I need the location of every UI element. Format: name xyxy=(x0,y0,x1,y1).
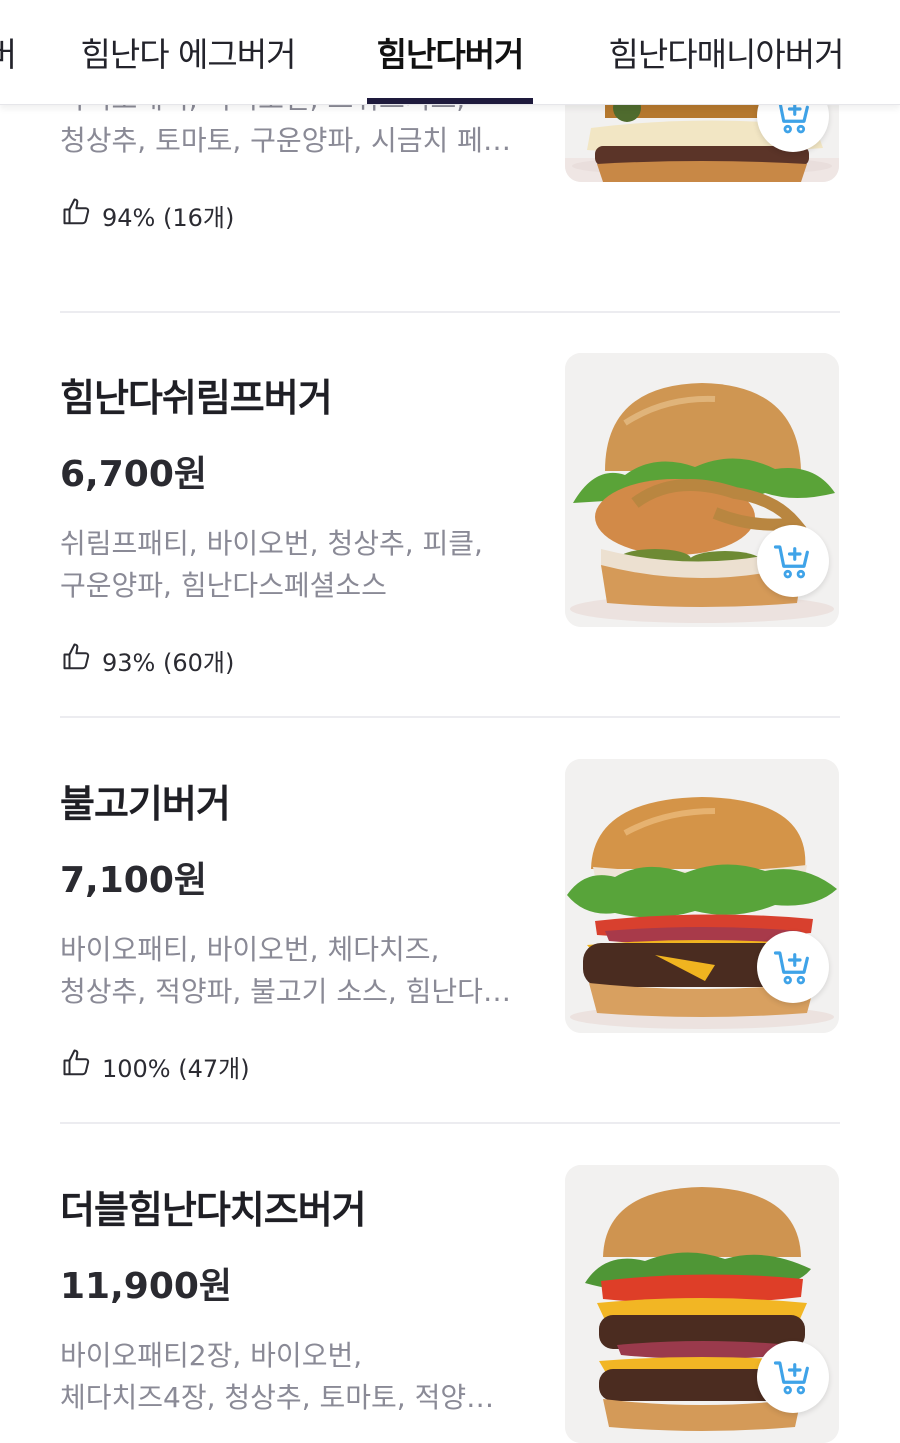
item-divider xyxy=(60,311,840,313)
add-to-cart-button[interactable] xyxy=(757,931,829,1003)
add-to-cart-button[interactable] xyxy=(757,525,829,597)
item-image[interactable] xyxy=(565,1165,839,1443)
item-image[interactable] xyxy=(565,759,839,1033)
active-tab-indicator xyxy=(367,98,533,104)
rating-text: 93% (60개) xyxy=(102,648,235,677)
item-divider xyxy=(60,1122,840,1124)
item-name: 불고기버거 xyxy=(60,782,231,826)
menu-screen: 바이오패티, 바이오번, 스위스치즈, 청상추, 토마토, 구운양파, 시금치 … xyxy=(0,0,900,1443)
description-line: 바이오패티2장, 바이오번, xyxy=(60,1339,363,1372)
tab-egg-burger[interactable]: 힘난다 에그버거 xyxy=(68,0,308,104)
item-rating: 100% (47개) xyxy=(62,1049,250,1083)
tab-mania-burger[interactable]: 힘난다매니아버거 xyxy=(590,0,862,104)
item-rating: 94% (16개) xyxy=(62,198,234,232)
description-line: 체다치즈4장, 청상추, 토마토, 적양… xyxy=(60,1381,495,1414)
item-rating: 93% (60개) xyxy=(62,643,234,677)
item-divider xyxy=(60,716,840,718)
item-image[interactable] xyxy=(565,353,839,627)
rating-text: 94% (16개) xyxy=(102,203,235,232)
tab-label: 힘난다매니아버거 xyxy=(608,35,845,74)
description-line: 구운양파, 힘난다스페셜소스 xyxy=(60,569,387,602)
description-line: 청상추, 토마토, 구운양파, 시금치 페… xyxy=(60,124,511,157)
menu-list: 바이오패티, 바이오번, 스위스치즈, 청상추, 토마토, 구운양파, 시금치 … xyxy=(0,0,900,1443)
rating-text: 100% (47개) xyxy=(102,1054,250,1083)
item-name: 힘난다쉬림프버거 xyxy=(60,376,333,420)
item-price: 11,900원 xyxy=(60,1266,233,1307)
tab-label: 버 xyxy=(0,28,16,76)
thumbs-up-icon xyxy=(62,642,92,678)
item-description: 쉬림프패티, 바이오번, 청상추, 피클, 구운양파, 힘난다스페셜소스 xyxy=(60,523,520,607)
cart-plus-icon xyxy=(773,1361,809,1395)
item-price: 7,100원 xyxy=(60,860,207,901)
category-tab-bar: 버 힘난다 에그버거 힘난다버거 힘난다매니아버거 xyxy=(0,0,900,105)
tab-himnanda-burger[interactable]: 힘난다버거 xyxy=(367,0,533,104)
cart-plus-icon xyxy=(773,545,809,579)
tab-label: 힘난다 에그버거 xyxy=(80,35,296,74)
thumbs-up-icon xyxy=(62,1048,92,1084)
description-line: 청상추, 적양파, 불고기 소스, 힘난다… xyxy=(60,975,511,1008)
cart-plus-icon xyxy=(773,951,809,985)
item-description: 바이오패티2장, 바이오번, 체다치즈4장, 청상추, 토마토, 적양… xyxy=(60,1335,520,1419)
add-to-cart-button[interactable] xyxy=(757,1341,829,1413)
item-description: 바이오패티, 바이오번, 체다치즈, 청상추, 적양파, 불고기 소스, 힘난다… xyxy=(60,929,520,1013)
description-line: 쉬림프패티, 바이오번, 청상추, 피클, xyxy=(60,527,483,560)
item-name: 더블힘난다치즈버거 xyxy=(60,1188,367,1232)
tab-label: 힘난다버거 xyxy=(376,35,525,74)
tab-previous-category[interactable]: 버 xyxy=(0,0,16,104)
description-line: 바이오패티, 바이오번, 체다치즈, xyxy=(60,933,440,966)
thumbs-up-icon xyxy=(62,197,92,233)
item-price: 6,700원 xyxy=(60,454,207,495)
